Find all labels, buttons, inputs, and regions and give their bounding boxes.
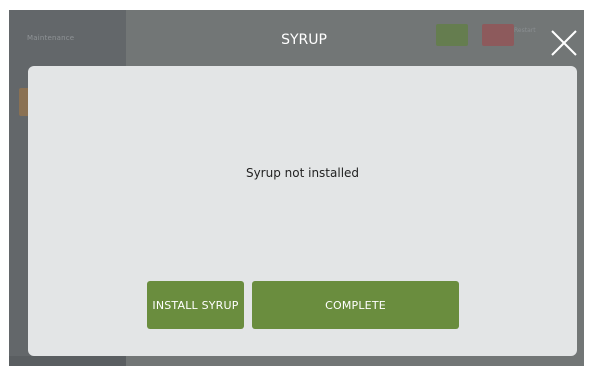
screen: Maintenance SYRUP Restart Syrup not inst… <box>9 10 584 366</box>
dialog-message: Syrup not installed <box>245 166 360 180</box>
close-icon <box>551 30 577 56</box>
install-syrup-button[interactable]: INSTALL SYRUP <box>147 281 244 329</box>
header-status-label: Restart <box>514 27 536 34</box>
complete-button[interactable]: COMPLETE <box>252 281 459 329</box>
page-title: SYRUP <box>281 32 327 48</box>
header-red-button <box>482 24 514 46</box>
close-button[interactable] <box>548 27 580 59</box>
sidebar-footer <box>9 356 126 366</box>
sidebar-label: Maintenance <box>27 34 75 42</box>
dialog: Syrup not installed INSTALL SYRUP COMPLE… <box>28 66 577 356</box>
header-green-button <box>436 24 468 46</box>
